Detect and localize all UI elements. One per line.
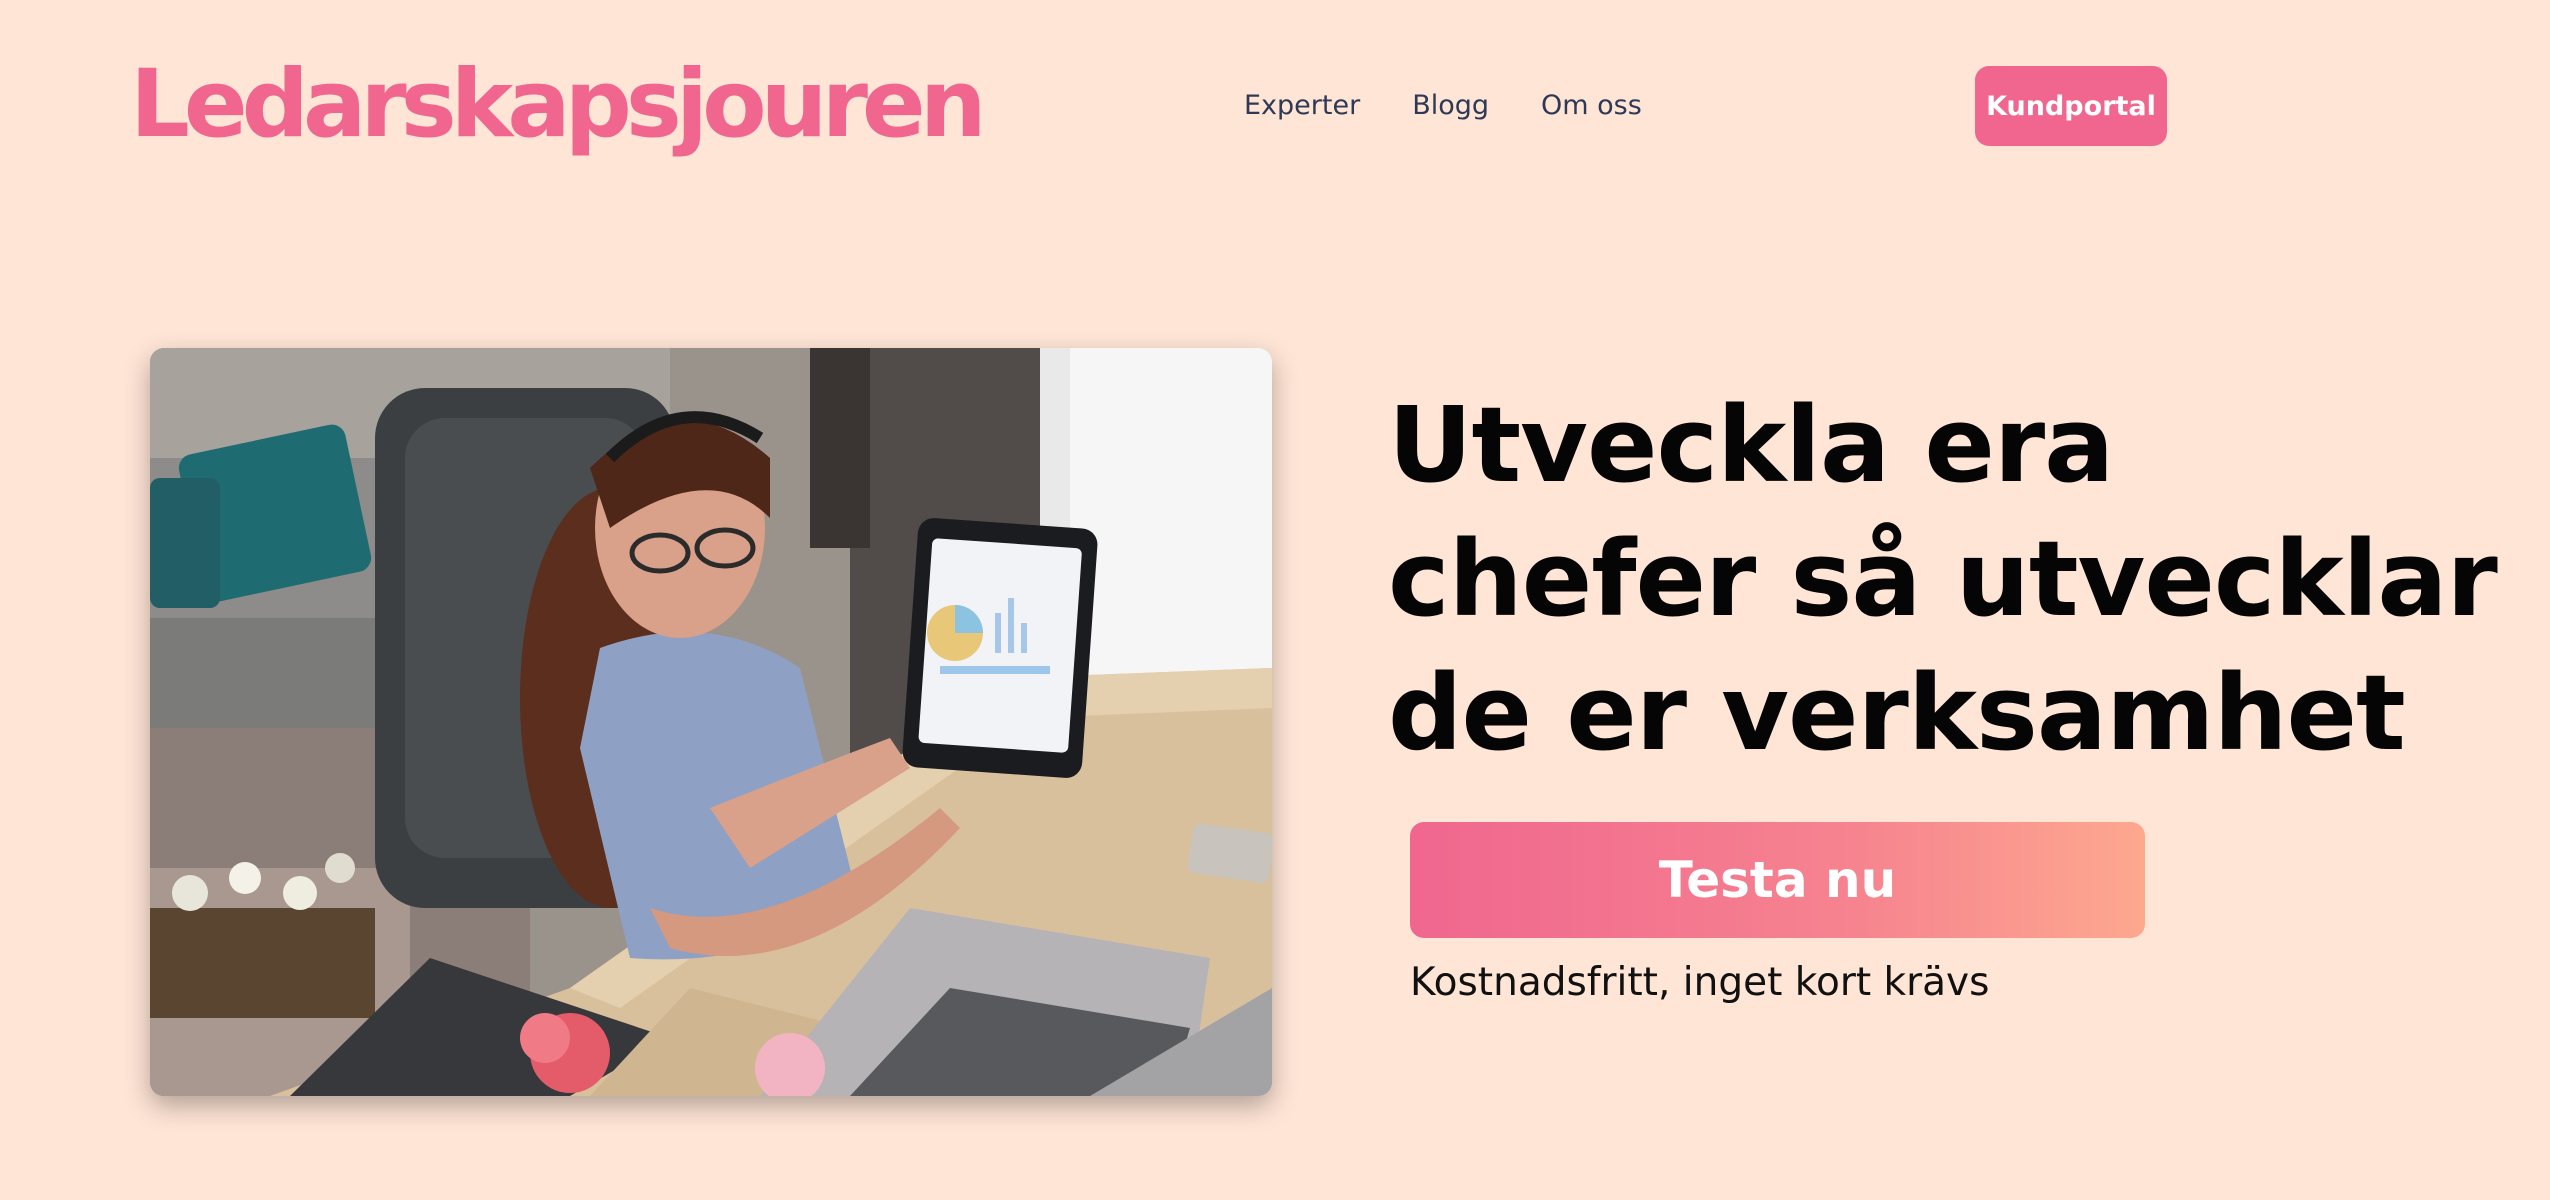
landing-page: Ledarskapsjouren Experter Blogg Om oss K… bbox=[0, 0, 2550, 1200]
brand-logo[interactable]: Ledarskapsjouren bbox=[130, 40, 987, 170]
customer-portal-button[interactable]: Kundportal bbox=[1975, 66, 2167, 146]
hero-headline: Utveckla era chefer så utvecklar de er v… bbox=[1388, 384, 2498, 774]
nav-link-blogg[interactable]: Blogg bbox=[1412, 88, 1489, 124]
hero-image bbox=[150, 348, 1272, 1096]
try-now-button[interactable]: Testa nu bbox=[1410, 822, 2145, 938]
cta-note: Kostnadsfritt, inget kort krävs bbox=[1410, 960, 1990, 1005]
hero-image-illustration bbox=[150, 348, 1272, 1096]
main-nav: Experter Blogg Om oss bbox=[1244, 88, 1642, 124]
nav-link-experter[interactable]: Experter bbox=[1244, 88, 1360, 124]
nav-link-om-oss[interactable]: Om oss bbox=[1541, 88, 1642, 124]
